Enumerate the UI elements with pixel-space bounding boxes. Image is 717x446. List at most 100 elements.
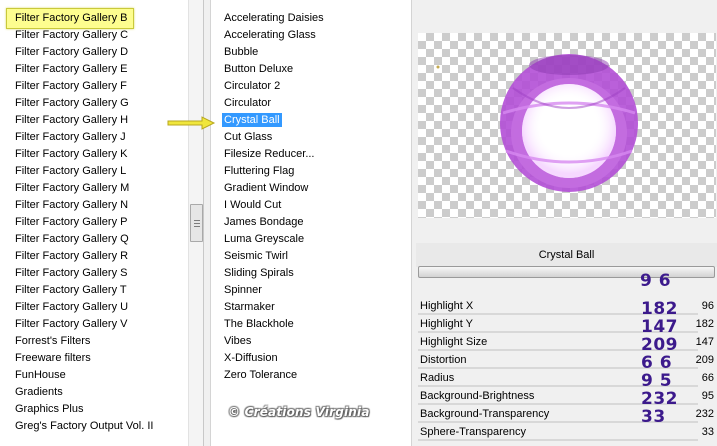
filter-item[interactable]: Bubble [221, 44, 391, 61]
filter-item[interactable]: Filesize Reducer... [221, 146, 391, 163]
pointer-arrow-icon [167, 116, 216, 130]
parameter-value: 33 [701, 426, 714, 438]
parameter-value: 232 [695, 408, 714, 420]
filter-item-label: I Would Cut [224, 199, 282, 211]
preview-canvas [418, 33, 716, 218]
category-list-panel: Filter Factory Gallery B Filter Factory G… [0, 0, 204, 446]
filter-item[interactable]: Fluttering Flag [221, 163, 391, 180]
filter-item[interactable]: The Blackhole [221, 316, 391, 333]
filter-item-label: Cut Glass [224, 131, 273, 143]
filter-item-label: Vibes [224, 335, 252, 347]
category-item[interactable]: Greg's Factory Output Vol. II [0, 418, 188, 435]
parameter-label: Highlight X [420, 300, 474, 312]
filter-item[interactable]: Circulator [221, 95, 391, 112]
filter-item[interactable]: Accelerating Daisies [221, 10, 391, 27]
category-item[interactable]: Filter Factory Gallery L [0, 163, 188, 180]
filter-item[interactable]: Accelerating Glass [221, 27, 391, 44]
filter-item-label: Starmaker [224, 301, 275, 313]
parameter-value: 96 [701, 300, 714, 312]
watermark: © Créations Virginia [228, 405, 370, 419]
category-item[interactable]: Filter Factory Gallery M [0, 180, 188, 197]
category-item[interactable]: Filter Factory Gallery E [0, 61, 188, 78]
top-big-number: 9 6 [640, 271, 672, 291]
filter-item-label: The Blackhole [224, 318, 294, 330]
filter-item[interactable]: X-Diffusion [221, 350, 391, 367]
grip-line [194, 223, 200, 224]
crystal-ball-preview [436, 54, 638, 192]
category-item[interactable]: Filter Factory Gallery G [0, 95, 188, 112]
category-item[interactable]: Filter Factory Gallery K [0, 146, 188, 163]
category-item[interactable]: Filter Factory Gallery F [0, 78, 188, 95]
filter-title: Crystal Ball [416, 243, 717, 267]
filter-item[interactable]: Zero Tolerance [221, 367, 391, 384]
category-item[interactable]: Filter Factory Gallery P [0, 214, 188, 231]
grip-line [194, 226, 200, 227]
filter-item[interactable]: Circulator 2 [221, 78, 391, 95]
parameter-value: 209 [695, 354, 714, 366]
filter-item[interactable]: Luma Greyscale [221, 231, 391, 248]
filter-item-label: Seismic Twirl [224, 250, 288, 262]
category-item[interactable]: Filter Factory Gallery V [0, 316, 188, 333]
filter-item-label: Crystal Ball [222, 113, 282, 127]
filter-item-label: Filesize Reducer... [224, 148, 315, 160]
grip-line [194, 220, 200, 221]
filter-list[interactable]: Accelerating Daisies Accelerating Glass Bu… [221, 10, 391, 384]
parameter-value: 95 [701, 390, 714, 402]
category-item[interactable]: Filter Factory Gallery H [0, 112, 188, 129]
filter-item[interactable]: Crystal Ball [221, 112, 391, 129]
filter-item-label: Zero Tolerance [224, 369, 298, 381]
filter-item-label: Fluttering Flag [224, 165, 295, 177]
category-item[interactable]: Filter Factory Gallery N [0, 197, 188, 214]
category-item[interactable]: Forrest's Filters [0, 333, 188, 350]
category-item[interactable]: Filter Factory Gallery S [0, 265, 188, 282]
category-list[interactable]: Filter Factory Gallery B Filter Factory G… [0, 8, 188, 435]
scrollbar-thumb[interactable] [190, 204, 203, 242]
category-item[interactable]: Filter Factory Gallery C [0, 27, 188, 44]
filter-item[interactable]: I Would Cut [221, 197, 391, 214]
category-item[interactable]: Filter Factory Gallery U [0, 299, 188, 316]
category-item[interactable]: Filter Factory Gallery B [6, 8, 134, 29]
category-item[interactable]: Filter Factory Gallery D [0, 44, 188, 61]
parameter-label: Distortion [420, 354, 467, 366]
filter-item[interactable]: Button Deluxe [221, 61, 391, 78]
filter-item-label: James Bondage [224, 216, 304, 228]
parameter-row[interactable]: Background-Transparency 232 [416, 406, 717, 424]
parameter-row[interactable]: Sphere-Transparency 33 [416, 424, 717, 442]
filter-item-label: Accelerating Glass [224, 29, 316, 41]
filter-item[interactable]: Cut Glass [221, 129, 391, 146]
category-scrollbar[interactable] [188, 0, 203, 446]
parameter-value: 66 [701, 372, 714, 384]
category-item[interactable]: FunHouse [0, 367, 188, 384]
category-item[interactable]: Filter Factory Gallery R [0, 248, 188, 265]
filter-item[interactable]: Vibes [221, 333, 391, 350]
filter-item-label: Gradient Window [224, 182, 309, 194]
parameter-label: Highlight Size [420, 336, 488, 348]
filter-item-label: Circulator [224, 97, 272, 109]
filter-item-label: X-Diffusion [224, 352, 278, 364]
filter-item-label: Button Deluxe [224, 63, 294, 75]
category-item[interactable]: Filter Factory Gallery Q [0, 231, 188, 248]
category-item[interactable]: Gradients [0, 384, 188, 401]
category-item[interactable]: Filter Factory Gallery J [0, 129, 188, 146]
parameter-value: 147 [695, 336, 714, 348]
parameter-label: Radius [420, 372, 455, 384]
filter-item-label: Sliding Spirals [224, 267, 294, 279]
category-item[interactable]: Filter Factory Gallery T [0, 282, 188, 299]
parameter-slider-track[interactable] [418, 439, 698, 441]
filter-item[interactable]: Gradient Window [221, 180, 391, 197]
filter-item[interactable]: Seismic Twirl [221, 248, 391, 265]
filter-item-label: Bubble [224, 46, 259, 58]
filter-item[interactable]: Starmaker [221, 299, 391, 316]
category-item[interactable]: Freeware filters [0, 350, 188, 367]
filter-item[interactable]: James Bondage [221, 214, 391, 231]
filter-list-panel: Accelerating Daisies Accelerating Glass Bu… [210, 0, 412, 446]
filter-item[interactable]: Spinner [221, 282, 391, 299]
parameter-value: 182 [695, 318, 714, 330]
category-item[interactable]: Graphics Plus [0, 401, 188, 418]
filter-item[interactable]: Sliding Spirals [221, 265, 391, 282]
filter-item-label: Luma Greyscale [224, 233, 305, 245]
filter-item-label: Circulator 2 [224, 80, 281, 92]
parameter-label: Sphere-Transparency [420, 426, 526, 438]
parameter-label: Background-Brightness [420, 390, 535, 402]
parameter-label: Background-Transparency [420, 408, 550, 420]
